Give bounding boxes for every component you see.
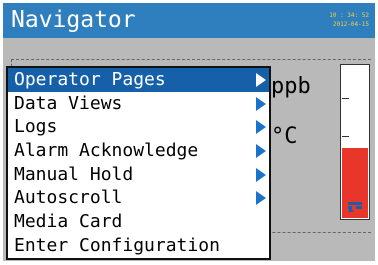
menu-item-label: Autoscroll [14,187,123,209]
bargraph [340,64,370,220]
submenu-arrow-icon [256,120,266,135]
menu-item-operator-pages[interactable]: Operator Pages [8,68,269,92]
submenu-arrow-icon [256,191,266,206]
bargraph-tick [342,98,349,99]
menu-item-label: Media Card [14,211,123,233]
menu-item-label: Manual Hold [14,163,134,185]
menu-item-logs[interactable]: Logs [8,115,269,139]
clock-date: 2012-04-15 [332,21,369,28]
menu-item-label: Logs [14,116,58,138]
menu-item-alarm-acknowledge[interactable]: Alarm Acknowledge [8,139,269,163]
page-title: Navigator [11,7,136,33]
recorder-display: Navigator 10 : 34: 52 2012-04-15 ppb °C … [0,0,378,265]
submenu-arrow-icon [256,167,266,182]
menu-item-label: Enter Configuration [14,234,220,256]
bargraph-tick [342,136,349,137]
clock: 10 : 34: 52 2012-04-15 [329,11,369,29]
autoscroll-icon[interactable] [347,201,363,213]
menu-item-autoscroll[interactable]: Autoscroll [8,186,269,210]
submenu-arrow-icon [256,73,266,87]
menu-item-label: Alarm Acknowledge [14,140,199,162]
navigator-menu: Operator Pages Data Views Logs Alarm Ack… [6,66,271,260]
menu-item-media-card[interactable]: Media Card [8,210,269,234]
divider-line [11,59,371,60]
submenu-arrow-icon [256,144,266,159]
submenu-arrow-icon [256,96,266,111]
menu-item-data-views[interactable]: Data Views [8,92,269,116]
menu-item-enter-configuration[interactable]: Enter Configuration [8,234,269,258]
clock-time: 10 : 34: 52 [329,12,369,19]
unit-label-ppb: ppb [271,74,311,99]
title-bar: Navigator 10 : 34: 52 2012-04-15 [3,3,375,38]
menu-item-label: Operator Pages [14,69,166,90]
unit-label-temperature: °C [271,124,298,149]
menu-item-manual-hold[interactable]: Manual Hold [8,163,269,187]
menu-item-label: Data Views [14,92,123,114]
